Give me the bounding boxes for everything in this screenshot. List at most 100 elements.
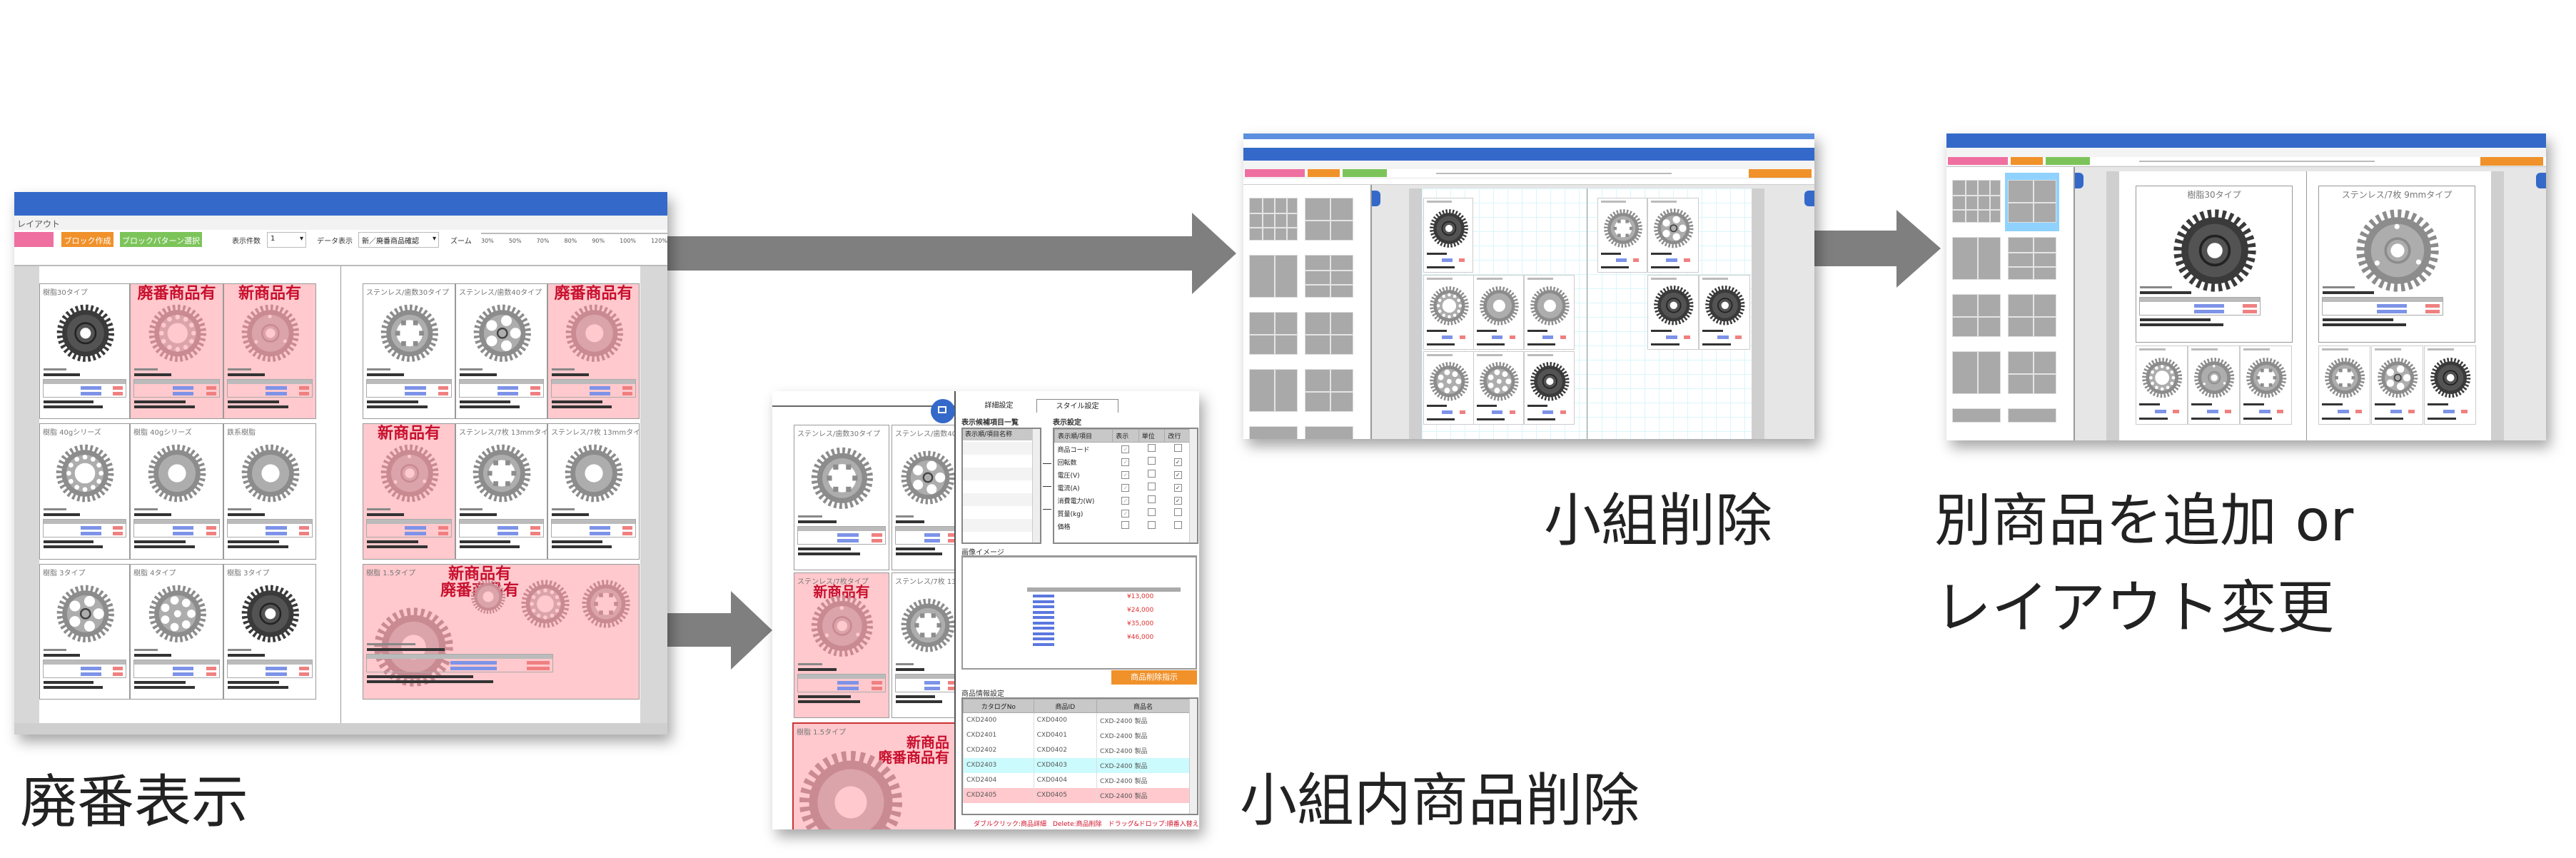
product-block[interactable]: ステンレス/歯数30タイプ	[794, 425, 889, 570]
product-block[interactable]: 樹脂 3タイプ	[39, 564, 130, 700]
layout-pattern-thumbnail[interactable]	[2008, 180, 2056, 223]
unit-checkbox[interactable]	[1148, 483, 1156, 490]
product-block[interactable]: 廃番商品有	[130, 283, 223, 419]
product-block[interactable]	[1647, 198, 1699, 273]
product-block[interactable]: ステンレス/歯数30タイプ	[363, 283, 455, 419]
pink-toolbar-button[interactable]	[1948, 157, 2008, 165]
wrap-checkbox[interactable]: ✓	[1173, 496, 1182, 505]
layout-pattern-thumbnail[interactable]	[2008, 351, 2056, 394]
candidate-list[interactable]: 表示順/項目名称	[961, 428, 1041, 544]
orange-action-button[interactable]	[2480, 157, 2543, 166]
pink-toolbar-button[interactable]	[14, 232, 54, 247]
product-block[interactable]	[1423, 275, 1474, 350]
product-block[interactable]	[2240, 345, 2292, 425]
show-checkbox[interactable]: ✓	[1121, 470, 1130, 479]
zoom-slider[interactable]	[1436, 173, 1672, 174]
show-checkbox[interactable]: ✓	[1121, 458, 1130, 466]
product-block[interactable]	[2136, 345, 2188, 425]
product-block-large[interactable]: 樹脂 1.5タイプ 新商品 廃番商品有	[792, 722, 964, 829]
product-block[interactable]	[1699, 275, 1750, 350]
product-block[interactable]: ステンレス/7枚 13	[892, 572, 963, 718]
product-block[interactable]: 新商品有	[363, 423, 455, 560]
product-block[interactable]: ステンレス/7枚タイプ 新商品有	[794, 572, 889, 718]
table-row[interactable]: 質量(kg) ✓	[1055, 507, 1191, 520]
orange-action-button[interactable]	[1749, 169, 1812, 178]
layout-pattern-thumbnail[interactable]	[1952, 237, 2001, 280]
tab-detail-settings[interactable]: 詳細設定	[961, 399, 1036, 413]
column-header[interactable]: カタログNo	[963, 699, 1034, 713]
product-block[interactable]	[1473, 275, 1524, 350]
show-checkbox[interactable]	[1121, 521, 1130, 529]
product-block[interactable]: 樹脂30タイプ	[39, 283, 130, 419]
layout-pattern-thumbnail[interactable]	[1249, 255, 1298, 298]
zoom-slider[interactable]	[481, 233, 667, 234]
panel-toggle-button[interactable]	[2536, 173, 2546, 188]
zoom-slider[interactable]	[2139, 161, 2375, 162]
product-block[interactable]	[1647, 275, 1699, 350]
wrap-checkbox[interactable]	[1173, 508, 1182, 516]
layout-pattern-thumbnail[interactable]	[1305, 255, 1353, 298]
product-block[interactable]	[1524, 351, 1575, 425]
product-block[interactable]	[1423, 351, 1474, 425]
table-row[interactable]: CXD2401 CXD0401 CXD-2400 製品	[963, 727, 1190, 743]
column-header[interactable]: 商品ID	[1033, 699, 1098, 713]
wrap-checkbox[interactable]: ✓	[1173, 458, 1182, 466]
layout-pattern-thumbnail[interactable]	[1305, 369, 1353, 412]
column-header[interactable]: 商品名	[1096, 699, 1190, 713]
block-create-button[interactable]	[1308, 169, 1340, 177]
product-block[interactable]: ステンレス/7枚 13mmタイプ	[455, 423, 547, 560]
layout-pattern-thumbnail[interactable]	[1305, 312, 1353, 355]
vertical-scrollbar[interactable]	[1189, 429, 1197, 542]
panel-toggle-button[interactable]	[1804, 191, 1814, 206]
sidebar-toggle-button[interactable]	[1372, 191, 1380, 206]
product-block-large[interactable]: 樹脂30タイプ	[2136, 186, 2293, 343]
layout-pattern-thumbnail[interactable]	[1305, 426, 1353, 439]
product-block[interactable]: 樹脂 3タイプ	[223, 564, 316, 700]
product-block[interactable]: 樹脂 40gシリーズ	[130, 423, 223, 560]
product-block[interactable]: 樹脂 4タイプ	[130, 564, 223, 700]
product-table[interactable]: カタログNo 商品ID 商品名 CXD2400 CXD0400 CXD-2400 製品 CX…	[961, 697, 1198, 815]
layout-pattern-thumbnail[interactable]	[1249, 312, 1298, 355]
pink-toolbar-button[interactable]	[1245, 169, 1305, 177]
layout-pattern-thumbnail[interactable]	[1952, 408, 2001, 423]
block-create-button[interactable]: ブロック作成	[61, 232, 113, 247]
count-select[interactable]: 1 ▾	[267, 232, 306, 248]
table-row[interactable]: 消費電力(W) ✓ ✓	[1055, 494, 1191, 507]
unit-checkbox[interactable]	[1148, 508, 1156, 516]
wrap-checkbox[interactable]	[1173, 521, 1182, 529]
vertical-scrollbar[interactable]	[1032, 429, 1040, 542]
product-block[interactable]	[2371, 345, 2423, 425]
table-row[interactable]: CXD2403 CXD0403 CXD-2400 製品	[963, 757, 1190, 773]
table-row[interactable]: 電圧(V) ✓ ✓	[1055, 468, 1191, 481]
product-block[interactable]	[1597, 198, 1647, 273]
layout-pattern-thumbnail[interactable]	[1952, 294, 2001, 337]
layout-pattern-thumbnail[interactable]	[1249, 198, 1298, 241]
product-block[interactable]	[2318, 345, 2370, 425]
table-row[interactable]: CXD2405 CXD0405 CXD-2400 製品	[963, 787, 1190, 803]
table-row[interactable]: 価格	[1055, 520, 1191, 533]
layout-pattern-thumbnail[interactable]	[1952, 180, 2001, 223]
delete-instruction-button[interactable]: 商品削除指示	[1111, 670, 1197, 685]
show-checkbox[interactable]: ✓	[1121, 496, 1130, 505]
product-block-large[interactable]: ステンレス/7枚 9mmタイプ	[2318, 186, 2475, 343]
block-pattern-button[interactable]: ブロックパターン選択	[120, 232, 202, 247]
layout-pattern-thumbnail[interactable]	[1952, 351, 2001, 394]
wrap-checkbox[interactable]: ✓	[1173, 470, 1182, 479]
unit-checkbox[interactable]	[1148, 495, 1156, 503]
product-block[interactable]: ステンレス/歯数40	[892, 425, 963, 570]
unit-checkbox[interactable]	[1148, 444, 1156, 452]
product-block[interactable]	[2424, 345, 2476, 425]
product-block[interactable]: 鉄系樹脂	[223, 423, 316, 560]
product-block[interactable]: 廃番商品有	[547, 283, 640, 419]
vertical-scrollbar[interactable]	[1189, 699, 1197, 814]
table-row[interactable]: CXD2402 CXD0402 CXD-2400 製品	[963, 742, 1190, 758]
product-block[interactable]	[1423, 198, 1473, 273]
product-block[interactable]	[1524, 275, 1575, 350]
table-row[interactable]: CXD2400 CXD0400 CXD-2400 製品	[963, 712, 1190, 728]
product-block[interactable]: ステンレス/7枚 13mmタイプ	[547, 423, 640, 560]
block-pattern-button[interactable]	[2046, 157, 2090, 165]
table-row[interactable]: 電流(A) ✓ ✓	[1055, 481, 1191, 494]
product-block[interactable]: 新商品有	[223, 283, 316, 419]
show-checkbox[interactable]: ✓	[1121, 445, 1130, 453]
unit-checkbox[interactable]	[1148, 457, 1156, 465]
